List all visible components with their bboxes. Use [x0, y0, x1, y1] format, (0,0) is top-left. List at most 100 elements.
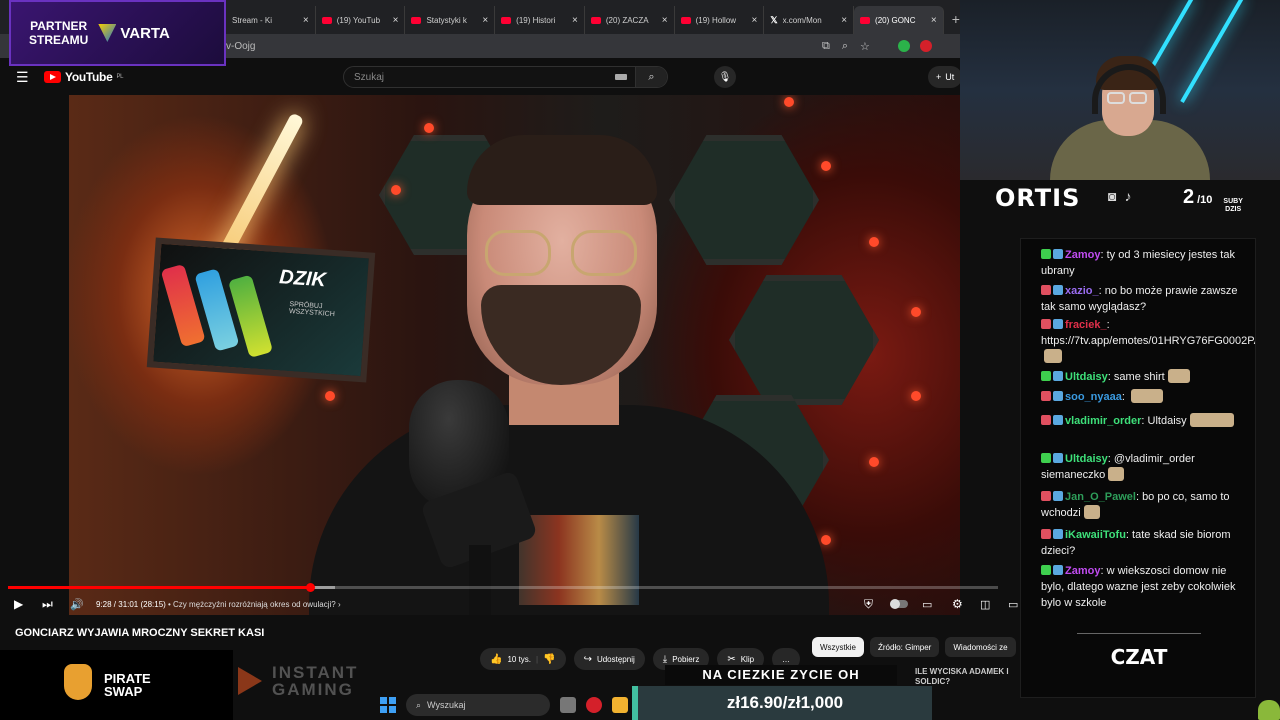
chapter-title[interactable]: • Czy mężczyźni rozróżniają okres od owu… [168, 600, 341, 609]
voice-search-button[interactable]: 🎙 [714, 66, 736, 88]
thumbs-down-icon[interactable]: 👎 [543, 654, 555, 665]
chat-message: vladimir_order: Ultdaisy [1041, 413, 1246, 429]
browser-tab[interactable]: (20) GONC × [854, 6, 944, 34]
light-bulb [869, 457, 879, 467]
youtube-icon [680, 16, 691, 24]
progress-bar[interactable] [8, 583, 998, 592]
social-icons: ◙ ♪ [1108, 188, 1131, 204]
badge-icon [1041, 565, 1051, 575]
pirate-swap-banner: PIRATE SWAP [0, 650, 233, 720]
subtitles-icon[interactable]: ▭ [922, 598, 932, 611]
settings-gear-icon[interactable]: ⚙ [952, 597, 963, 611]
download-icon: ⤓ [662, 653, 668, 665]
chat-username[interactable]: vladimir_order [1065, 415, 1141, 427]
search-icon: ⌕ [648, 70, 655, 83]
browser-tab[interactable]: (19) Hollow × [675, 6, 765, 34]
chat-message: iKawaiiTofu: tate skad sie biorom dzieci… [1041, 527, 1246, 559]
varta-text: VARTA [120, 24, 170, 42]
bookmark-star-icon[interactable]: ☆ [860, 40, 870, 53]
badge-icon [1041, 319, 1051, 329]
extension-red-icon[interactable] [920, 40, 932, 52]
url-text[interactable]: v-Oojg [226, 41, 255, 52]
browser-tab[interactable]: (19) YouTub × [316, 6, 406, 34]
browser-tab-label: x.com/Mon [782, 15, 822, 25]
menu-icon[interactable]: ☰ [16, 69, 29, 86]
close-tab-icon[interactable]: × [303, 15, 309, 26]
keyboard-icon[interactable] [615, 74, 627, 80]
chat-username[interactable]: soo_nyaaa [1065, 391, 1122, 403]
zoom-icon[interactable]: ⌕ [842, 40, 848, 53]
close-tab-icon[interactable]: × [841, 15, 847, 26]
chat-username[interactable]: Ultdaisy [1065, 371, 1108, 383]
play-icon[interactable]: ▶ [14, 597, 23, 611]
new-tab-button[interactable]: + [952, 11, 960, 27]
instant-gaming-text: INSTANT GAMING [272, 664, 358, 698]
miniplayer-icon[interactable]: ◫ [980, 598, 990, 611]
youtube-icon [411, 16, 422, 24]
subs-label: SUBY DZIS [1223, 198, 1242, 214]
pirate-swap-logo: PIRATE SWAP [104, 672, 151, 698]
browser-tab[interactable]: Statystyki k × [405, 6, 496, 34]
extension-green-icon[interactable] [898, 40, 910, 52]
shield-icon[interactable]: ⛨ [864, 597, 873, 612]
badge-icon [1053, 319, 1063, 329]
x-icon: 𝕏 [770, 14, 778, 25]
close-tab-icon[interactable]: × [751, 15, 757, 26]
played-bar [8, 586, 310, 589]
close-tab-icon[interactable]: × [662, 15, 668, 26]
autoplay-toggle[interactable] [890, 599, 908, 609]
volume-icon[interactable]: 🔊 [70, 598, 84, 611]
task-view-icon[interactable] [560, 697, 576, 713]
browser-tab[interactable]: (19) Histori × [495, 6, 585, 34]
video-player[interactable]: DZIK SPRÓBUJ WSZYSTKICH [69, 95, 960, 615]
chat-text: Ultdaisy [1147, 415, 1187, 427]
file-explorer-icon[interactable] [612, 697, 628, 713]
browser-tab[interactable]: 𝕏x.com/Mon × [764, 6, 855, 34]
close-tab-icon[interactable]: × [393, 15, 399, 26]
chat-username[interactable]: Zamoy [1065, 249, 1100, 261]
chip-source[interactable]: Źródło: Gimper [870, 637, 940, 657]
browser-tab-label: (20) GONC [875, 15, 916, 25]
light-bulb [869, 237, 879, 247]
pirate-swap-line-2: SWAP [104, 684, 143, 699]
chip-all[interactable]: Wszystkie [812, 637, 864, 657]
windows-start-icon[interactable] [380, 697, 396, 713]
scrubber-handle[interactable] [305, 583, 315, 592]
badge-icon [1053, 491, 1063, 501]
create-button[interactable]: + Ut [928, 66, 963, 88]
like-button[interactable]: 👍 10 tys. | 👎 [480, 648, 566, 670]
next-icon[interactable]: ⏭ [42, 597, 53, 612]
chevron-right-icon: › [335, 599, 341, 609]
search-button[interactable]: ⌕ [635, 67, 667, 87]
clip-label: Klip [740, 654, 755, 664]
theater-mode-icon[interactable]: ▭ [1008, 598, 1018, 611]
browser-tab[interactable]: Stream - Ki × [226, 6, 316, 34]
chat-emote [1131, 389, 1163, 403]
windows-taskbar: ⌕ Wyszukaj [372, 690, 634, 720]
chat-username[interactable]: xazio_ [1065, 285, 1099, 297]
chat-username[interactable]: fraciek_ [1065, 319, 1107, 331]
close-tab-icon[interactable]: × [931, 15, 937, 26]
presenter-hair [467, 135, 657, 205]
search-input[interactable]: Szukaj ⌕ [343, 66, 668, 88]
taskbar-search[interactable]: ⌕ Wyszukaj [406, 694, 550, 716]
video-title: GONCIARZ WYJAWIA MROCZNY SEKRET KASI [15, 627, 265, 639]
varta-logo: VARTA [98, 24, 170, 42]
close-tab-icon[interactable]: × [572, 15, 578, 26]
chat-username[interactable]: Ultdaisy [1065, 453, 1108, 465]
chat-username[interactable]: Zamoy [1065, 565, 1100, 577]
share-button[interactable]: ↪ Udostępnij [573, 648, 645, 670]
instagram-icon: ◙ [1108, 188, 1117, 204]
badge-icon [1053, 565, 1063, 575]
chip-news[interactable]: Wiadomości ze [945, 637, 1016, 657]
browser-tab[interactable]: (20) ZACZA × [585, 6, 675, 34]
chat-username[interactable]: Jan_O_Pawel [1065, 491, 1136, 503]
chat-username[interactable]: iKawaiiTofu [1065, 529, 1126, 541]
badge-icon [1053, 249, 1063, 259]
youtube-logo[interactable]: YouTube PL [44, 70, 123, 84]
opera-icon[interactable] [586, 697, 602, 713]
browser-tab-label: Statystyki k [426, 15, 467, 25]
sub-goal-counter: 2 /10 SUBY DZIS [1183, 186, 1243, 214]
close-tab-icon[interactable]: × [482, 15, 488, 26]
install-icon[interactable]: ⧉ [822, 40, 830, 53]
